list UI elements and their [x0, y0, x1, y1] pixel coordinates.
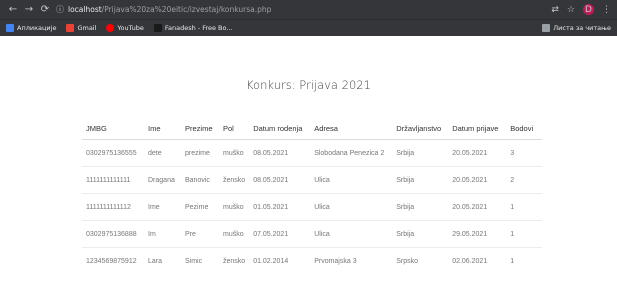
cell-pol: muško	[219, 220, 250, 248]
col-bodovi: Bodovi	[506, 117, 542, 140]
cell-jmbg: 0302975136555	[82, 139, 144, 167]
table-row: 1234569875912 Lara Simic žensko 01.02.20…	[82, 247, 542, 274]
col-prezime: Prezime	[181, 117, 219, 140]
site-icon	[153, 24, 162, 32]
cell-datum-prijave: 20.05.2021	[448, 139, 507, 167]
applications-table: JMBG Ime Prezime Pol Datum rodenja Adres…	[82, 117, 542, 274]
table-row: 1111111111111 Dragana Banovic žensko 08.…	[82, 166, 542, 194]
cell-ime: Ime	[144, 193, 181, 221]
address-bar[interactable]: ⓘ localhost/Prijava%20za%20eitic/izvesta…	[56, 2, 271, 17]
cell-ime: dete	[144, 139, 181, 167]
menu-dots-icon[interactable]: ⋮	[602, 5, 611, 15]
apps-grid-icon	[6, 24, 14, 32]
cell-bodovi: 1	[506, 247, 542, 274]
cell-bodovi: 1	[506, 193, 542, 221]
browser-toolbar: ← → ⟳ ⓘ localhost/Prijava%20za%20eitic/i…	[0, 0, 617, 19]
cell-ime: Lara	[144, 247, 181, 274]
cell-drzavljanstvo: Srbija	[392, 220, 449, 248]
table-row: 1111111111112 Ime Pezime muško 01.05.202…	[82, 193, 542, 221]
table-row: 0302975136888 Im Pre muško 07.05.2021 Ul…	[82, 220, 542, 248]
cell-drzavljanstvo: Srbija	[392, 139, 449, 167]
cell-jmbg: 1234569875912	[82, 247, 144, 274]
reading-list-icon	[542, 24, 551, 32]
cell-prezime: Pre	[181, 220, 219, 248]
cell-datum-prijave: 20.05.2021	[448, 193, 507, 221]
page-content: Konkurs: Prijava 2021 JMBG Ime Prezime P…	[0, 36, 617, 286]
cell-bodovi: 2	[506, 166, 542, 194]
col-datum-prijave: Datum prijave	[448, 117, 507, 140]
cell-jmbg: 1111111111111	[82, 166, 144, 194]
cell-datum-prijave: 29.05.2021	[448, 220, 507, 248]
back-arrow-icon[interactable]: ←	[6, 4, 20, 15]
bookmark-gmail[interactable]: Gmail	[66, 24, 96, 32]
cell-prezime: Simic	[181, 247, 219, 274]
col-pol: Pol	[219, 117, 250, 140]
url-path: /Prijava%20za%20eitic/izvestaj/konkursa.…	[101, 5, 272, 14]
cell-jmbg: 1111111111112	[82, 193, 144, 221]
table-row: 0302975136555 dete prezime muško 08.05.2…	[82, 139, 542, 167]
cell-pol: žensko	[219, 166, 250, 194]
cell-adresa: Ulica	[310, 220, 393, 248]
cell-datum-prijave: 02.06.2021	[448, 247, 507, 274]
cell-datum-rodenja: 01.02.2014	[249, 247, 311, 274]
cell-bodovi: 3	[506, 139, 542, 167]
bookmark-star-icon[interactable]: ☆	[567, 5, 575, 15]
reload-icon[interactable]: ⟳	[38, 4, 52, 15]
cell-pol: muško	[219, 139, 250, 167]
cell-datum-rodenja: 08.05.2021	[249, 166, 311, 194]
url-host: localhost	[68, 5, 102, 14]
bookmark-youtube[interactable]: YouTube	[106, 24, 144, 32]
reading-list-button[interactable]: Листа за читање	[542, 24, 611, 32]
youtube-icon	[106, 24, 115, 32]
cell-adresa: Ulica	[310, 193, 393, 221]
cell-pol: žensko	[219, 247, 250, 274]
translate-icon[interactable]: ⇄	[551, 5, 559, 15]
col-jmbg: JMBG	[82, 117, 144, 140]
cell-prezime: prezime	[181, 139, 219, 167]
cell-drzavljanstvo: Srbija	[392, 166, 449, 194]
cell-prezime: Banovic	[181, 166, 219, 194]
page-title: Konkurs: Prijava 2021	[246, 78, 371, 92]
profile-avatar[interactable]: D	[583, 4, 594, 15]
cell-drzavljanstvo: Srbija	[392, 193, 449, 221]
cell-jmbg: 0302975136888	[82, 220, 144, 248]
cell-drzavljanstvo: Srpsko	[392, 247, 449, 274]
bookmark-fanadesh[interactable]: Fanadesh - Free Bo...	[153, 24, 233, 32]
cell-datum-prijave: 20.05.2021	[448, 166, 507, 194]
bookmarks-bar: Апликације Gmail YouTube Fanadesh - Free…	[0, 19, 617, 36]
cell-pol: muško	[219, 193, 250, 221]
cell-ime: Dragana	[144, 166, 181, 194]
cell-adresa: Ulica	[310, 166, 393, 194]
gmail-icon	[66, 24, 75, 32]
cell-datum-rodenja: 07.05.2021	[249, 220, 311, 248]
cell-ime: Im	[144, 220, 181, 248]
cell-adresa: Prvomajska 3	[310, 247, 393, 274]
col-datum-rodenja: Datum rodenja	[249, 117, 311, 140]
col-adresa: Adresa	[310, 117, 393, 140]
cell-adresa: Slobodana Penezica 2	[310, 139, 393, 167]
cell-bodovi: 1	[506, 220, 542, 248]
cell-datum-rodenja: 01.05.2021	[249, 193, 311, 221]
forward-arrow-icon[interactable]: →	[22, 4, 36, 15]
bookmark-apps[interactable]: Апликације	[6, 24, 56, 32]
cell-prezime: Pezime	[181, 193, 219, 221]
info-icon[interactable]: ⓘ	[56, 4, 64, 15]
col-drzavljanstvo: Državljanstvo	[392, 117, 449, 140]
table-header-row: JMBG Ime Prezime Pol Datum rodenja Adres…	[82, 117, 542, 140]
cell-datum-rodenja: 08.05.2021	[249, 139, 311, 167]
col-ime: Ime	[144, 117, 181, 140]
